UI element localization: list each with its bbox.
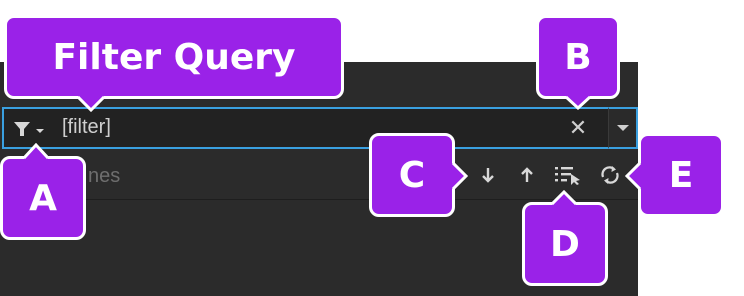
callout-b: B <box>536 15 620 99</box>
callout-c-label: C <box>398 154 426 196</box>
callout-filter-query-label: Filter Query <box>52 36 296 78</box>
list-select-icon[interactable] <box>554 164 582 186</box>
callout-e-label: E <box>668 154 694 196</box>
arrow-down-icon[interactable] <box>478 164 498 186</box>
funnel-icon[interactable] <box>14 121 46 137</box>
callout-b-pointer <box>566 96 590 110</box>
callout-d-pointer <box>552 190 576 205</box>
callout-e-pointer <box>625 163 641 189</box>
filter-value[interactable]: [filter] <box>62 116 111 139</box>
arrow-up-icon[interactable] <box>517 164 537 186</box>
callout-a-label: A <box>29 177 57 219</box>
callout-d-label: D <box>550 223 580 265</box>
callout-c: C <box>369 133 455 217</box>
filter-dropdown-button[interactable] <box>608 107 638 149</box>
callout-b-label: B <box>564 36 592 78</box>
clear-filter-icon[interactable]: ✕ <box>568 117 588 139</box>
callout-a: A <box>0 156 86 240</box>
callout-a-pointer <box>24 143 48 159</box>
callout-c-pointer <box>452 163 468 189</box>
callout-d: D <box>522 202 608 286</box>
refresh-icon[interactable] <box>598 164 622 186</box>
chevron-down-icon <box>616 125 629 131</box>
callout-e: E <box>638 133 724 217</box>
callout-filter-query-pointer <box>78 96 104 112</box>
callout-filter-query: Filter Query <box>4 15 344 99</box>
list-header-label: nes <box>88 165 121 187</box>
